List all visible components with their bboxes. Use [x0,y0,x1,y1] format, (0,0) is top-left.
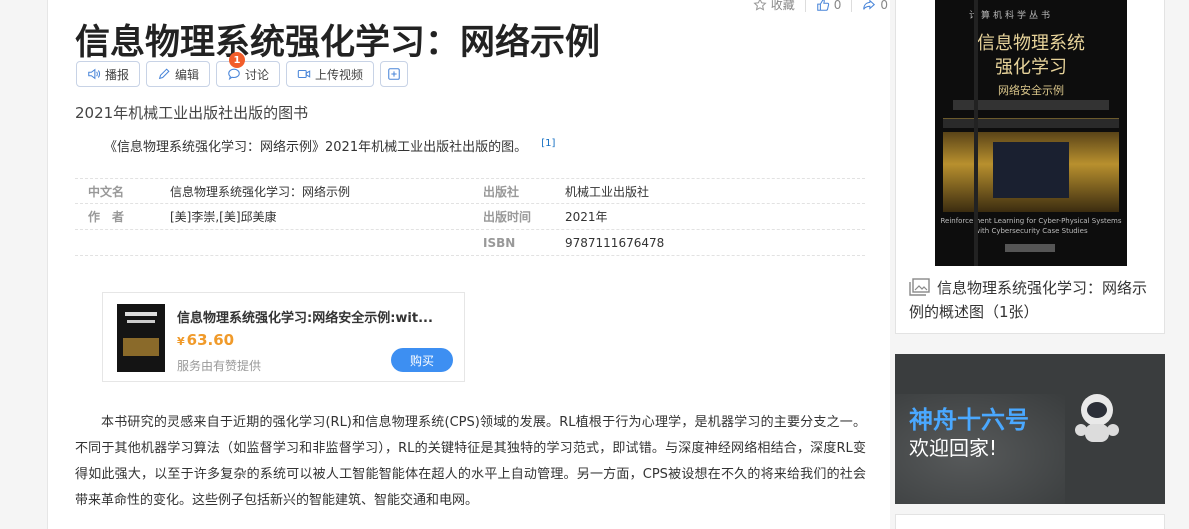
info-key-isbn: ISBN [483,235,516,250]
info-value-publisher: 机械工业出版社 [565,184,650,199]
info-value-publish-date: 2021年 [565,210,608,224]
cover-spine [974,0,978,266]
cover-title: 信息物理系统 强化学习 [935,32,1127,80]
info-key-author: 作 者 [88,210,125,224]
like-button[interactable]: 0 [816,0,842,12]
price-value: 63.60 [186,331,235,349]
product-card[interactable]: 信息物理系统强化学习:网络安全示例:wit... ¥63.60 服务由有赞提供 … [102,292,465,382]
cover-series: 计算机科学丛书 [969,11,1054,21]
share-icon [863,0,876,10]
speaker-icon [88,68,101,80]
info-key-chinese-name: 中文名 [88,184,125,199]
right-sidebar: 计算机科学丛书 信息物理系统 强化学习 网络安全示例 Reinforcement… [895,0,1189,529]
discuss-badge: 1 [229,52,246,68]
plus-box-icon [388,68,400,80]
product-cover-image[interactable] [117,304,165,372]
share-count: 0 [880,0,888,12]
edit-label: 编辑 [175,67,200,82]
cover-publisher-logo [1005,244,1055,252]
cover-band [943,118,1119,128]
info-key-publish-date: 出版时间 [483,210,532,224]
info-row: ISBN 9787111676478 [75,230,865,256]
cover-artwork [943,132,1119,212]
sidebar-next-card [895,514,1165,529]
product-title[interactable]: 信息物理系统强化学习:网络安全示例:wit... [177,307,455,326]
upload-video-label: 上传视频 [315,67,364,82]
product-price: ¥63.60 [177,331,234,349]
play-button[interactable]: 播报 [76,61,141,87]
cover-subtitle: 网络安全示例 [998,84,1064,97]
info-value-author[interactable]: [美]李崇,[美]邱美康 [170,208,470,225]
buy-button[interactable]: 购买 [391,348,453,372]
like-count: 0 [833,0,842,12]
info-row: 作 者 [美]李崇,[美]邱美康 出版时间 2021年 [75,204,865,230]
ad-headline: 神舟十六号 [909,406,1029,434]
top-actions: 收藏 0 0 [753,0,888,13]
reference-link[interactable]: [1] [541,138,555,149]
page-title: 信息物理系统强化学习：网络示例 [75,23,601,63]
star-icon [753,0,767,11]
intro-paragraph: 《信息物理系统强化学习：网络示例》2021年机械工业出版社出版的图。 [1] [104,136,555,155]
ad-banner[interactable]: 神舟十六号 欢迎回家! [895,354,1165,504]
book-cover-image[interactable]: 计算机科学丛书 信息物理系统 强化学习 网络安全示例 Reinforcement… [935,0,1127,266]
divider [851,0,853,12]
cover-english-line2: with Cybersecurity Case Studies [974,227,1088,235]
summary-paragraph: 本书研究的灵感来自于近期的强化学习(RL)和信息物理系统(CPS)领域的发展。R… [75,415,866,508]
album-caption-text: 信息物理系统强化学习：网络示例的概述图（1张） [909,279,1148,321]
info-value-isbn: 9787111676478 [565,235,665,250]
share-button[interactable]: 0 [862,0,888,12]
upload-video-button[interactable]: 上传视频 [286,61,375,87]
discuss-label: 讨论 [245,67,270,82]
info-row: 中文名 信息物理系统强化学习：网络示例 出版社 机械工业出版社 [75,178,865,204]
pencil-icon [158,68,170,80]
divider [804,0,806,12]
favorite-button[interactable]: 收藏 [753,0,795,13]
video-camera-icon [297,69,311,79]
add-button[interactable] [380,61,409,87]
info-key-publisher: 出版社 [483,184,520,199]
left-gutter [0,0,48,529]
play-label: 播报 [105,67,130,82]
cover-title-line2: 强化学习 [995,57,1067,78]
main-content: 信息物理系统强化学习：网络示例 收藏 0 0 播报 编辑 1 讨论 上传视频 2… [48,0,890,529]
album-card[interactable]: 计算机科学丛书 信息物理系统 强化学习 网络安全示例 Reinforcement… [895,0,1165,334]
ad-subline: 欢迎回家! [909,436,998,460]
info-value-chinese-name: 信息物理系统强化学习：网络示例 [170,184,351,199]
edit-button[interactable]: 编辑 [146,61,211,87]
favorite-label: 收藏 [770,0,795,12]
discuss-button[interactable]: 1 讨论 [216,52,281,87]
intro-text: 《信息物理系统强化学习：网络示例》2021年机械工业出版社出版的图。 [104,140,528,155]
page-subtitle: 2021年机械工业出版社出版的图书 [75,104,309,122]
currency-symbol: ¥ [177,335,185,348]
thumbs-up-icon [816,0,829,11]
picture-icon [909,278,930,296]
service-provider-note: 服务由有赞提供 [177,359,262,373]
info-table: 中文名 信息物理系统强化学习：网络示例 出版社 机械工业出版社 作 者 [美]李… [75,178,865,256]
cover-title-line1: 信息物理系统 [977,33,1085,54]
chat-bubble-icon [228,68,240,81]
toolbar: 播报 编辑 1 讨论 上传视频 [76,52,409,87]
cover-english-title: Reinforcement Learning for Cyber-Physica… [935,216,1127,236]
album-caption[interactable]: 信息物理系统强化学习：网络示例的概述图（1张） [909,276,1155,324]
astronaut-icon [1075,394,1119,442]
cover-english-line1: Reinforcement Learning for Cyber-Physica… [940,217,1122,225]
